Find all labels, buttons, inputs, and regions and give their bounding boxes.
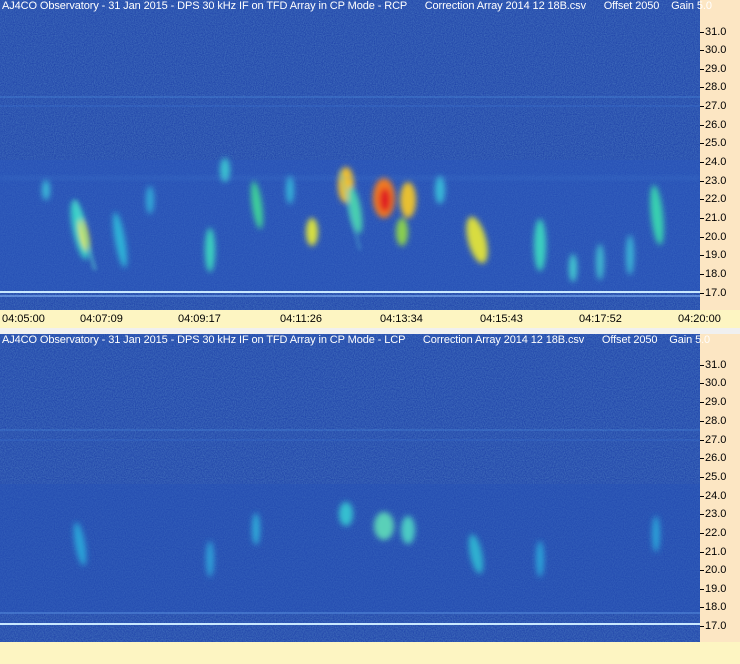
y-tick-label: 30.0 [700,378,740,389]
x-tick-label: 04:20:00 [678,313,721,325]
y-tick-label: 29.0 [700,64,740,75]
y-tick-label: 24.0 [700,491,740,502]
rcp-panel: AJ4CO Observatory - 31 Jan 2015 - DPS 30… [0,0,740,310]
rcp-spectrogram [0,0,700,310]
x-tick-label: 04:09:17 [178,313,221,325]
lcp-panel: AJ4CO Observatory - 31 Jan 2015 - DPS 30… [0,334,740,642]
lcp-title: AJ4CO Observatory - 31 Jan 2015 - DPS 30… [2,334,711,346]
x-tick-label: 04:17:52 [579,313,622,325]
y-tick-label: 17.0 [700,621,740,632]
y-tick-label: 19.0 [700,584,740,595]
rcp-frequency-axis: 31.0 30.0 29.0 28.0 27.0 26.0 25.0 24.0 … [700,0,740,310]
y-tick-label: 23.0 [700,509,740,520]
rcp-title: AJ4CO Observatory - 31 Jan 2015 - DPS 30… [2,0,712,12]
y-tick-label: 30.0 [700,45,740,56]
y-tick-label: 26.0 [700,453,740,464]
y-tick-label: 28.0 [700,82,740,93]
y-tick-label: 28.0 [700,416,740,427]
x-tick-label: 04:11:26 [280,313,323,325]
lcp-spectrogram [0,334,700,642]
y-tick-label: 22.0 [700,194,740,205]
y-tick-label: 31.0 [700,27,740,38]
y-tick-label: 23.0 [700,176,740,187]
y-tick-label: 24.0 [700,157,740,168]
lcp-frequency-axis: 31.0 30.0 29.0 28.0 27.0 26.0 25.0 24.0 … [700,334,740,642]
y-tick-label: 25.0 [700,472,740,483]
y-tick-label: 26.0 [700,120,740,131]
y-tick-label: 17.0 [700,288,740,299]
y-tick-label: 18.0 [700,602,740,613]
y-tick-label: 18.0 [700,269,740,280]
y-tick-label: 27.0 [700,435,740,446]
x-tick-label: 04:05:00 [2,313,45,325]
bottom-blank-axis [0,642,740,664]
y-tick-label: 22.0 [700,528,740,539]
y-tick-label: 19.0 [700,250,740,261]
y-tick-label: 25.0 [700,138,740,149]
y-tick-label: 21.0 [700,547,740,558]
x-tick-label: 04:13:34 [380,313,423,325]
y-tick-label: 27.0 [700,101,740,112]
x-tick-label: 04:07:09 [80,313,123,325]
y-tick-label: 20.0 [700,232,740,243]
y-tick-label: 20.0 [700,565,740,576]
x-tick-label: 04:15:43 [480,313,523,325]
y-tick-label: 29.0 [700,397,740,408]
y-tick-label: 21.0 [700,213,740,224]
y-tick-label: 31.0 [700,360,740,371]
time-axis: 04:05:00 04:07:09 04:09:17 04:11:26 04:1… [0,310,740,328]
